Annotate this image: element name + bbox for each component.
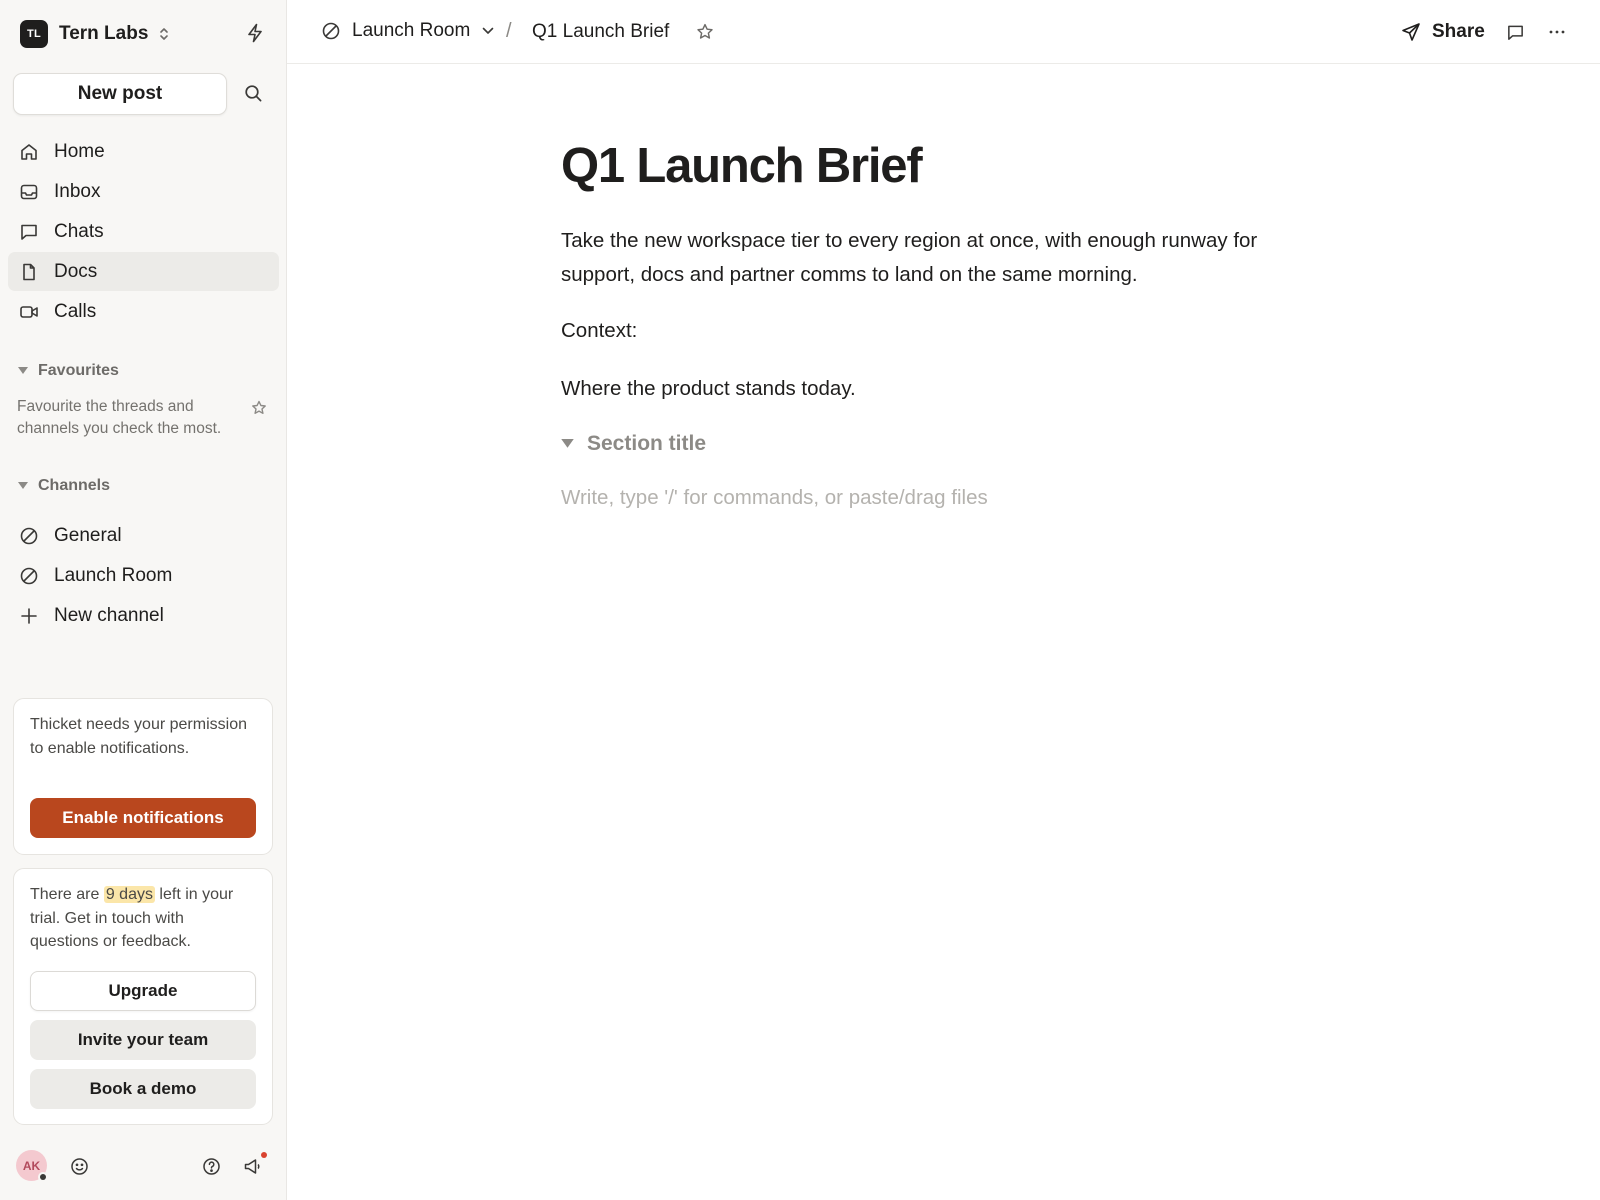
caret-down-icon <box>18 482 28 490</box>
inbox-icon <box>19 182 39 202</box>
workspace-switcher-icon[interactable] <box>158 27 170 41</box>
invite-team-button[interactable]: Invite your team <box>30 1020 256 1060</box>
new-post-button[interactable]: New post <box>13 73 227 115</box>
send-icon <box>1401 22 1421 42</box>
nav-label: Inbox <box>54 180 101 202</box>
nav-item-calls[interactable]: Calls <box>8 292 279 331</box>
trial-text-before: There are <box>30 886 100 903</box>
nav-label: Home <box>54 140 105 162</box>
channel-label: Launch Room <box>54 564 173 586</box>
nav-item-home[interactable]: Home <box>8 132 279 171</box>
channel-icon <box>321 21 341 41</box>
comment-icon[interactable] <box>1506 23 1525 42</box>
star-icon[interactable] <box>696 23 714 41</box>
sidebar: TL Tern Labs New post Home Inbox Chats D… <box>0 0 287 1200</box>
upgrade-button[interactable]: Upgrade <box>30 971 256 1011</box>
channel-item-launch-room[interactable]: Launch Room <box>8 556 279 595</box>
enable-notifications-button[interactable]: Enable notifications <box>30 798 256 838</box>
nav-label: Chats <box>54 220 104 242</box>
doc-title[interactable]: Q1 Launch Brief <box>561 136 1281 196</box>
plus-icon <box>19 606 39 626</box>
breadcrumb-separator: / <box>506 20 512 42</box>
channel-icon <box>19 566 39 586</box>
channels-section-toggle[interactable]: Channels <box>18 477 110 495</box>
channel-item-general[interactable]: General <box>8 516 279 555</box>
favourites-section-toggle[interactable]: Favourites <box>18 362 119 380</box>
notification-card-text: Thicket needs your permission to enable … <box>30 716 247 757</box>
chat-icon <box>19 222 39 242</box>
collapsible-section[interactable]: Section title <box>561 432 706 456</box>
section-title[interactable]: Section title <box>587 432 706 456</box>
breadcrumb-doc-title[interactable]: Q1 Launch Brief <box>532 21 669 43</box>
video-icon <box>19 302 39 322</box>
breadcrumb-channel-label: Launch Room <box>352 20 471 41</box>
channel-label: General <box>54 524 122 546</box>
favourites-heading: Favourites <box>38 362 119 379</box>
nav-item-chats[interactable]: Chats <box>8 212 279 251</box>
doc-icon <box>19 262 39 282</box>
breadcrumb-channel[interactable]: Launch Room <box>321 20 494 42</box>
trial-card-text: There are 9 days left in your trial. Get… <box>14 869 272 954</box>
workspace-logo: TL <box>20 20 48 48</box>
presence-status-icon <box>38 1172 48 1182</box>
workspace-name[interactable]: Tern Labs <box>59 23 148 45</box>
announcements-icon[interactable] <box>243 1157 262 1176</box>
doc-paragraph[interactable]: Where the product stands today. <box>561 372 856 406</box>
caret-down-icon <box>18 367 28 375</box>
main-nav: Home Inbox Chats Docs Calls <box>8 132 279 332</box>
document-body[interactable]: Q1 Launch Brief Take the new workspace t… <box>561 136 1281 509</box>
search-icon[interactable] <box>244 84 263 103</box>
trial-card: There are 9 days left in your trial. Get… <box>13 868 273 1125</box>
favourites-hint: Favourite the threads and channels you c… <box>17 398 222 437</box>
share-button[interactable]: Share <box>1401 21 1485 43</box>
bolt-icon[interactable] <box>246 23 264 43</box>
chevron-down-icon[interactable] <box>482 27 494 35</box>
channel-icon <box>19 526 39 546</box>
caret-down-icon[interactable] <box>561 439 574 449</box>
doc-paragraph[interactable]: Take the new workspace tier to every reg… <box>561 224 1281 292</box>
nav-label: Docs <box>54 260 98 282</box>
help-icon[interactable] <box>202 1157 221 1176</box>
channel-list: General Launch Room New channel <box>8 516 279 636</box>
share-label: Share <box>1432 21 1485 42</box>
new-channel-button[interactable]: New channel <box>8 596 279 635</box>
channel-label: New channel <box>54 604 164 626</box>
editor-placeholder[interactable]: Write, type '/' for commands, or paste/d… <box>561 486 988 510</box>
nav-item-docs[interactable]: Docs <box>8 252 279 291</box>
nav-item-inbox[interactable]: Inbox <box>8 172 279 211</box>
notification-permission-card: Thicket needs your permission to enable … <box>13 698 273 855</box>
workspace-header[interactable]: TL Tern Labs <box>20 20 266 48</box>
sidebar-footer: AK <box>0 1148 287 1186</box>
notification-dot <box>261 1152 267 1158</box>
emoji-icon[interactable] <box>70 1157 89 1176</box>
book-demo-button[interactable]: Book a demo <box>30 1069 256 1109</box>
channels-heading: Channels <box>38 477 111 494</box>
home-icon <box>19 142 39 162</box>
trial-days-highlight: 9 days <box>103 886 155 903</box>
doc-paragraph[interactable]: Context: <box>561 314 637 348</box>
document-view: Launch Room / Q1 Launch Brief Share Q1 L… <box>287 0 1600 1200</box>
star-icon[interactable] <box>251 400 267 416</box>
more-options-icon[interactable] <box>1548 23 1566 41</box>
top-bar: Launch Room / Q1 Launch Brief Share <box>287 0 1600 64</box>
nav-label: Calls <box>54 300 97 322</box>
